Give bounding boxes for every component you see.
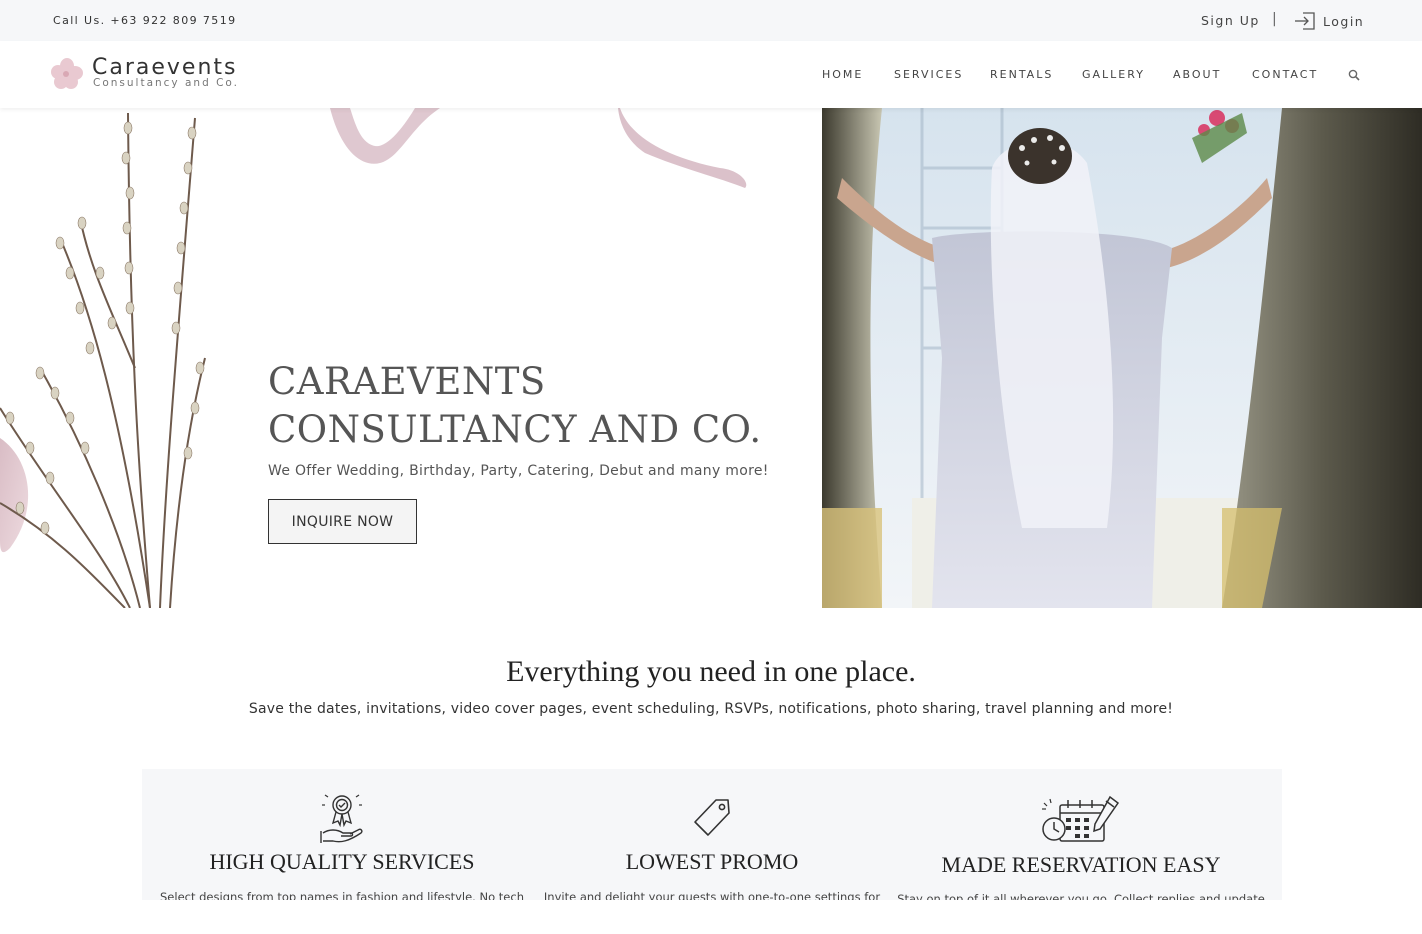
nav-rentals[interactable]: RENTALS	[990, 68, 1053, 81]
main-header: Caraevents Consultancy and Co. HOME SERV…	[0, 41, 1422, 108]
feature-title: LOWEST PROMO	[625, 849, 799, 874]
search-icon[interactable]	[1348, 69, 1360, 81]
inquire-now-button[interactable]: INQUIRE NOW	[268, 499, 417, 544]
feature-desc: Invite and delight your guests with one-…	[543, 890, 881, 900]
feature-desc: Select designs from top names in fashion…	[160, 890, 524, 900]
ribbon-decoration-image	[330, 108, 747, 188]
separator: |	[1272, 11, 1277, 27]
nav-contact[interactable]: CONTACT	[1252, 68, 1318, 81]
login-link[interactable]: Login	[1294, 11, 1364, 31]
nav-services[interactable]: SERVICES	[894, 68, 963, 81]
hero-title-line-1: CARAEVENTS	[268, 360, 546, 403]
login-label: Login	[1323, 13, 1365, 29]
section-subtitle: Save the dates, invitations, video cover…	[248, 701, 1174, 717]
nav-gallery[interactable]: GALLERY	[1082, 68, 1145, 81]
feature-lowest-promo: LOWEST PROMO Invite and delight your gue…	[512, 769, 912, 900]
feature-high-quality: HIGH QUALITY SERVICES Select designs fro…	[142, 769, 542, 900]
feature-title: HIGH QUALITY SERVICES	[209, 849, 475, 874]
hero-title: CARAEVENTS CONSULTANCY AND CO.	[268, 358, 762, 454]
award-hand-icon	[320, 794, 363, 843]
top-bar: Call Us. +63 922 809 7519 Sign Up | Logi…	[0, 0, 1422, 41]
bride-photo	[822, 108, 1422, 608]
feature-reservation: MADE RESERVATION EASY Stay on top of it …	[881, 769, 1281, 900]
features-panel: HIGH QUALITY SERVICES Select designs fro…	[142, 769, 1282, 900]
nav-about[interactable]: ABOUT	[1173, 68, 1221, 81]
sign-up-link[interactable]: Sign Up	[1201, 13, 1260, 28]
hero-banner: CARAEVENTS CONSULTANCY AND CO. We Offer …	[0, 108, 1422, 608]
calendar-schedule-icon	[1042, 795, 1120, 842]
feature-title: MADE RESERVATION EASY	[941, 852, 1221, 877]
price-tag-icon	[694, 799, 730, 836]
main-nav: HOME SERVICES RENTALS GALLERY ABOUT CONT…	[0, 68, 1422, 84]
willow-branches-image	[0, 112, 206, 608]
hero-title-line-2: CONSULTANCY AND CO.	[268, 408, 762, 451]
section-title: Everything you need in one place.	[506, 655, 916, 688]
hero-subtitle: We Offer Wedding, Birthday, Party, Cater…	[268, 463, 769, 479]
call-us-text: Call Us. +63 922 809 7519	[53, 14, 237, 27]
feature-desc: Stay on top of it all wherever you go. C…	[897, 892, 1265, 900]
login-icon	[1295, 12, 1315, 30]
nav-home[interactable]: HOME	[822, 68, 863, 81]
